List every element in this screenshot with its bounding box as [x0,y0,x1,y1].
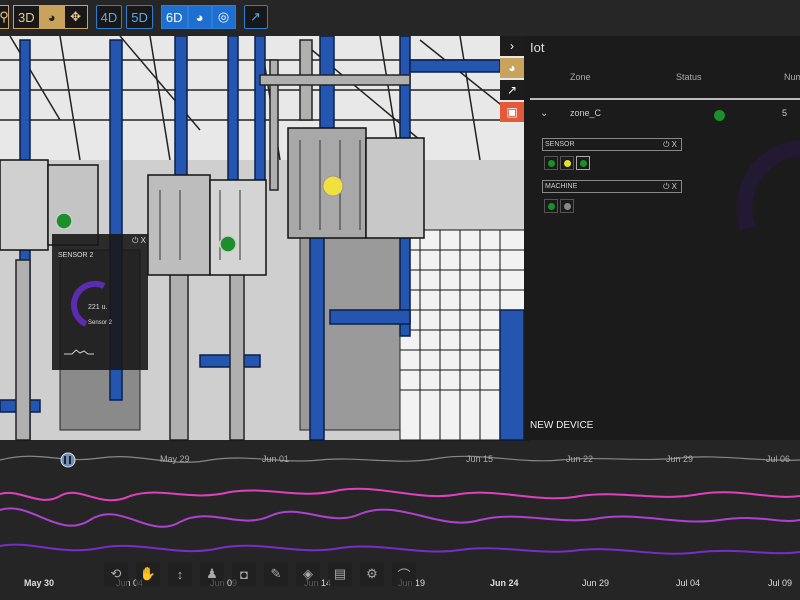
sparkline-icon [64,349,94,355]
power-icon[interactable]: ⏻ [132,236,138,245]
close-icon[interactable]: X [672,140,677,149]
5d-button[interactable]: 5D [126,5,153,29]
sensor-marker-green [55,212,73,230]
bottom-tool-dock: ⟲ ✋ ↕ ♟ ◘ ✎ ◈ ▤ ⚙ ⌒ [104,562,416,590]
camera-icon[interactable]: ◘ [232,562,256,586]
sensor-group-header[interactable]: SENSOR ⏻ X [542,138,682,151]
6d-group: 6D ◕ ◎ [160,5,236,29]
new-device-heading: NEW DEVICE [530,420,594,431]
timeline-playhead [60,452,76,468]
external-link-icon[interactable]: ↗ [243,5,268,29]
num-column-header: Num [784,72,800,82]
device-dot[interactable] [560,199,574,213]
chevron-right-icon[interactable]: › [500,36,524,56]
zone-count: 5 [782,108,788,118]
status-column-header: Status [676,72,702,82]
cube-icon[interactable]: ◈ [296,562,320,586]
zone-column-header: Zone [570,72,591,82]
sensor-name: SENSOR 2 [58,252,94,259]
timeline-top-label: Jun 29 [666,454,694,464]
timeline-top-label: Jul 06 [766,454,791,464]
timeline-top-label: May 29 [160,454,190,464]
zone-name: zone_C [570,108,602,118]
orbit-icon[interactable]: ⟲ [104,562,128,586]
device-dot[interactable] [576,156,590,170]
measure-ruler-icon[interactable]: ✎ [264,562,288,586]
gallery-icon[interactable]: ▣ [500,102,524,122]
iot-side-icons: › ◕ ↗ ▣ [500,36,524,124]
timeline-date-label: Jul 04 [676,578,701,588]
settings-gear-icon[interactable]: ⚙ [360,562,384,586]
group-label: MACHINE [545,183,578,190]
layers-arch-icon[interactable]: ⌒ [392,562,416,586]
device-dot[interactable] [560,156,574,170]
machine-group-header[interactable]: MACHINE ⏻ X [542,180,682,193]
zoom-partial-icon[interactable]: ⚲ [0,5,9,29]
timeline-date-label: May 30 [24,578,55,588]
device-dot[interactable] [544,156,558,170]
power-icon[interactable]: ⏻ [663,182,669,191]
timeline-date-label: Jun 24 [490,578,519,588]
timeline-top-label: Jun 22 [566,454,594,464]
close-icon[interactable]: X [672,182,677,191]
timeline-date-label: Jul 09 [768,578,793,588]
sensor-popup: ⏻ X SENSOR 2 221 u. Sensor 2 [52,234,148,370]
pie-chart-icon[interactable]: ◕ [187,5,212,29]
iot-panel: Iot Zone Status Num ⌄ zone_C 5 SENSOR ⏻ … [524,36,800,440]
properties-icon[interactable]: ▤ [328,562,352,586]
timeline-top-label: Jun 01 [262,454,290,464]
group-label: SENSOR [545,141,575,148]
sensor-label: Sensor 2 [88,320,113,326]
4d-button[interactable]: 4D [95,5,123,29]
3d-group: 3D ◕ ✥ [13,5,88,29]
timeline-top-label: Jun 15 [466,454,494,464]
sensor-value: 221 u. [88,304,108,311]
pie-chart-icon[interactable]: ◕ [500,58,524,78]
top-toolbar: ⚲ 3D ◕ ✥ 4D 5D 6D ◕ ◎ ↗ [0,4,268,30]
close-icon[interactable]: X [141,236,146,245]
device-dot[interactable] [544,199,558,213]
pan-hand-icon[interactable]: ✋ [136,562,160,586]
walk-person-icon[interactable]: ♟ [200,562,224,586]
sensor-marker-green [219,235,237,253]
zone-status-dot [714,110,725,121]
sensor-marker-yellow [322,175,344,197]
pie-chart-icon[interactable]: ◕ [39,5,64,29]
timeline-date-label: Jun 29 [582,578,610,588]
move-arrows-icon[interactable]: ✥ [63,5,88,29]
power-icon[interactable]: ⏻ [663,140,669,149]
iot-panel-title: Iot [530,40,545,55]
target-icon[interactable]: ◎ [211,5,236,29]
vertical-move-icon[interactable]: ↕ [168,562,192,586]
zone-row[interactable]: ⌄ zone_C 5 [524,100,800,128]
3d-button[interactable]: 3D [13,5,40,29]
chevron-down-icon[interactable]: ⌄ [540,108,548,119]
external-link-icon[interactable]: ↗ [500,80,524,100]
6d-button[interactable]: 6D [160,5,188,29]
